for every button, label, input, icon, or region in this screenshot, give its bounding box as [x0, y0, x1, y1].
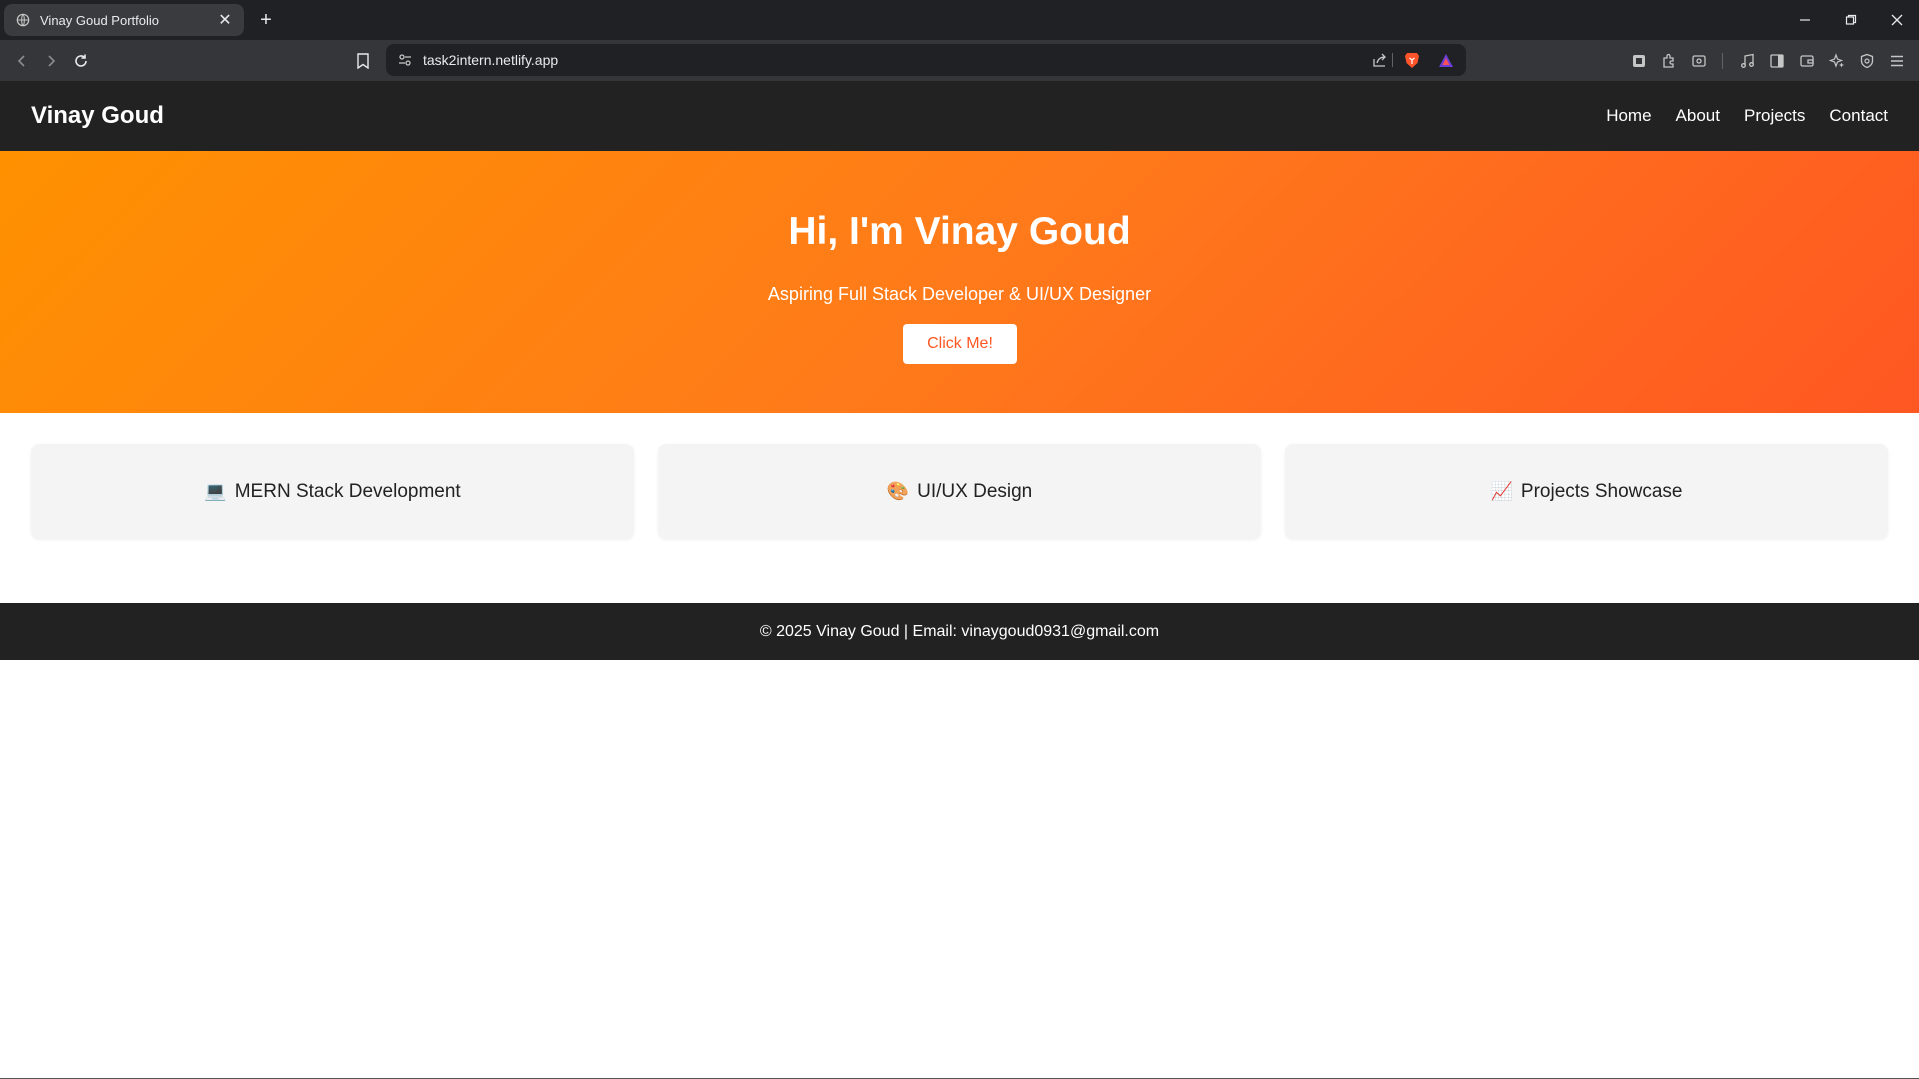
nav-link-projects[interactable]: Projects — [1744, 106, 1805, 126]
chart-increasing-icon: 📈 — [1490, 481, 1513, 502]
new-tab-button[interactable]: + — [254, 8, 278, 32]
extension-screenshot[interactable] — [1626, 48, 1652, 74]
leo-ai-button[interactable] — [1824, 48, 1850, 74]
footer-text: © 2025 Vinay Goud | Email: vinaygoud0931… — [759, 623, 1160, 640]
capture-icon — [1692, 55, 1706, 67]
browser-tab-bar: Vinay Goud Portfolio ✕ + — [0, 0, 1919, 40]
address-bar[interactable]: task2intern.netlify.app — [386, 44, 1466, 76]
nav-link-contact[interactable]: Contact — [1829, 106, 1888, 126]
minimize-button[interactable] — [1782, 0, 1828, 40]
tab-close-icon[interactable]: ✕ — [214, 9, 236, 31]
brave-rewards-button[interactable] — [1433, 47, 1459, 73]
laptop-icon: 💻 — [204, 481, 227, 502]
triangle-rewards-icon — [1439, 53, 1453, 67]
nav-link-about[interactable]: About — [1676, 106, 1720, 126]
brave-shields-button[interactable] — [1399, 47, 1425, 73]
globe-icon — [16, 13, 30, 27]
url-text[interactable]: task2intern.netlify.app — [423, 44, 558, 76]
nav-links: Home About Projects Contact — [1582, 81, 1888, 151]
menu-icon — [1891, 55, 1903, 67]
tab-title: Vinay Goud Portfolio — [40, 12, 159, 28]
screenshot-icon — [1633, 55, 1645, 67]
browser-tab[interactable]: Vinay Goud Portfolio ✕ — [4, 4, 244, 36]
share-icon — [1373, 53, 1386, 67]
vpn-button[interactable] — [1854, 48, 1880, 74]
sidebar-icon — [1770, 54, 1784, 68]
service-card-label: MERN Stack Development — [234, 480, 461, 502]
service-card-projects: 📈 Projects Showcase — [1285, 444, 1888, 539]
hero-heading: Hi, I'm Vinay Goud — [788, 210, 1131, 253]
music-icon — [1741, 53, 1754, 68]
nav-link-home[interactable]: Home — [1606, 106, 1651, 126]
forward-button[interactable] — [38, 48, 64, 74]
site-footer: © 2025 Vinay Goud | Email: vinaygoud0931… — [0, 603, 1919, 660]
services-section: 💻 MERN Stack Development 🎨 UI/UX Design … — [31, 444, 1889, 539]
service-card-label: UI/UX Design — [917, 480, 1033, 502]
back-button[interactable] — [9, 48, 35, 74]
close-icon — [1891, 14, 1903, 26]
bookmark-button[interactable] — [350, 48, 376, 74]
service-card-uiux: 🎨 UI/UX Design — [658, 444, 1261, 539]
hero-section: Hi, I'm Vinay Goud Aspiring Full Stack D… — [0, 151, 1919, 413]
extensions-button[interactable] — [1656, 48, 1682, 74]
brave-lion-icon — [1405, 53, 1419, 68]
music-button[interactable] — [1734, 48, 1760, 74]
wallet-icon — [1800, 55, 1814, 67]
minimize-icon — [1800, 19, 1810, 21]
puzzle-icon — [1663, 53, 1674, 68]
share-button[interactable] — [1367, 47, 1393, 73]
chevron-left-icon — [17, 55, 25, 67]
media-button[interactable] — [1686, 48, 1712, 74]
tune-icon — [399, 54, 411, 66]
page-content: Vinay Goud Home About Projects Contact H… — [0, 81, 1919, 1079]
leo-ai-icon — [1829, 53, 1844, 68]
click-me-button[interactable]: Click Me! — [903, 324, 1017, 364]
divider — [1392, 53, 1393, 67]
bookmark-icon — [357, 53, 369, 69]
menu-button[interactable] — [1884, 48, 1910, 74]
browser-toolbar: task2intern.netlify.app — [0, 40, 1919, 81]
reload-icon — [75, 54, 87, 67]
site-navbar: Vinay Goud Home About Projects Contact — [0, 81, 1919, 151]
reload-button[interactable] — [68, 48, 94, 74]
site-info-button[interactable] — [392, 47, 418, 73]
palette-icon: 🎨 — [886, 481, 910, 502]
hero-subheading: Aspiring Full Stack Developer & UI/UX De… — [767, 284, 1152, 304]
divider — [1722, 53, 1723, 69]
sidebar-button[interactable] — [1764, 48, 1790, 74]
restore-button[interactable] — [1828, 0, 1874, 40]
vpn-shield-icon — [1860, 53, 1874, 69]
site-logo[interactable]: Vinay Goud — [31, 81, 164, 151]
wallet-button[interactable] — [1794, 48, 1820, 74]
chevron-right-icon — [48, 55, 56, 67]
service-card-label: Projects Showcase — [1520, 480, 1683, 502]
service-card-mern: 💻 MERN Stack Development — [31, 444, 634, 539]
restore-icon — [1845, 14, 1857, 25]
close-window-button[interactable] — [1874, 0, 1919, 40]
